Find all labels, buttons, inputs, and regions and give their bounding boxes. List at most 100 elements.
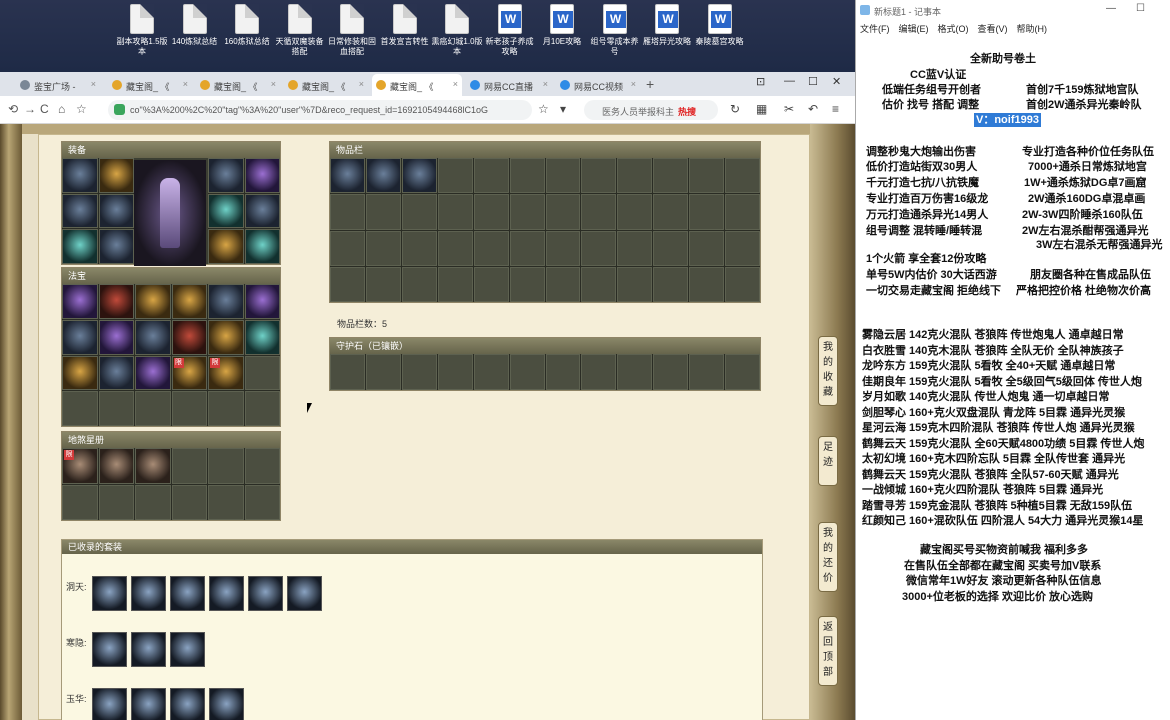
- desktop-icon[interactable]: 天循双魔装备搭配: [274, 4, 326, 57]
- desktop-icon[interactable]: W 秦陵墓宫攻略: [694, 4, 746, 47]
- set-item-icon[interactable]: [170, 632, 205, 667]
- item-slot[interactable]: [244, 229, 280, 264]
- item-slot[interactable]: [244, 284, 280, 319]
- set-item-icon[interactable]: [131, 632, 166, 667]
- item-slot[interactable]: [171, 319, 207, 355]
- item-slot[interactable]: [62, 284, 98, 319]
- set-item-icon[interactable]: [131, 688, 166, 720]
- browser-tab[interactable]: 网易CC视频 ×: [556, 74, 640, 96]
- maximize-button[interactable]: ☐: [808, 75, 818, 88]
- my-counteroffer-button[interactable]: 我的还价: [818, 522, 838, 592]
- set-item-icon[interactable]: [287, 576, 322, 611]
- desktop-icon[interactable]: 日常修装和固血搭配: [326, 4, 378, 57]
- item-slot[interactable]: [98, 355, 134, 391]
- item-slot[interactable]: [62, 158, 98, 193]
- new-tab-button[interactable]: +: [646, 76, 654, 92]
- desktop-icon[interactable]: 160炼狱总结: [221, 4, 273, 47]
- menu-grid-icon[interactable]: ▾: [560, 102, 566, 116]
- notepad-menu-item[interactable]: 帮助(H): [1017, 24, 1048, 34]
- browser-tab[interactable]: 藏宝阁_ 《 ×: [108, 74, 192, 96]
- set-item-icon[interactable]: [92, 632, 127, 667]
- footprints-button[interactable]: 足迹: [818, 436, 838, 486]
- tab-close-icon[interactable]: ×: [183, 79, 188, 89]
- item-slot[interactable]: [244, 319, 280, 355]
- item-slot[interactable]: [208, 319, 244, 355]
- item-slot[interactable]: [244, 193, 280, 229]
- my-favorites-button[interactable]: 我的收藏: [818, 336, 838, 406]
- undo-icon[interactable]: ↶: [808, 102, 818, 116]
- item-slot[interactable]: [208, 193, 244, 229]
- set-item-icon[interactable]: [92, 688, 127, 720]
- item-slot[interactable]: [62, 229, 98, 264]
- desktop-icon[interactable]: W 新老孩子养成攻略: [484, 4, 536, 57]
- item-slot[interactable]: [135, 319, 171, 355]
- notepad-minimize-button[interactable]: —: [1106, 3, 1116, 14]
- refresh-icon[interactable]: ↻: [730, 102, 740, 116]
- set-item-icon[interactable]: [131, 576, 166, 611]
- history-icon[interactable]: ⟲: [8, 102, 18, 116]
- item-slot[interactable]: [171, 284, 207, 319]
- desktop-icon[interactable]: 熏癌幻城1.0版本: [431, 4, 483, 57]
- notepad-maximize-button[interactable]: ☐: [1136, 3, 1145, 14]
- tab-close-icon[interactable]: ×: [453, 79, 458, 89]
- forward-icon[interactable]: →: [24, 102, 36, 116]
- item-slot[interactable]: [135, 448, 171, 484]
- desktop-icon[interactable]: W 雁塔异光攻略: [641, 4, 693, 47]
- item-slot[interactable]: [330, 158, 365, 194]
- desktop-icon[interactable]: W 组号零成本养号: [589, 4, 641, 57]
- reload-icon[interactable]: C: [40, 102, 49, 116]
- item-slot[interactable]: [208, 229, 244, 264]
- item-slot[interactable]: 限: [62, 448, 98, 484]
- item-slot[interactable]: 限: [171, 355, 207, 391]
- item-slot[interactable]: [208, 158, 244, 193]
- back-to-top-button[interactable]: 返回顶部: [818, 616, 838, 686]
- set-item-icon[interactable]: [170, 688, 205, 720]
- item-slot[interactable]: [62, 319, 98, 355]
- tab-close-icon[interactable]: ×: [631, 79, 636, 89]
- desktop-icon[interactable]: 140炼狱总结: [169, 4, 221, 47]
- scissors-icon[interactable]: ✂: [784, 102, 794, 116]
- notepad-menu-item[interactable]: 查看(V): [978, 24, 1008, 34]
- item-slot[interactable]: [135, 284, 171, 319]
- browser-tab[interactable]: 鉴宝广场 - ×: [16, 74, 100, 96]
- tab-search-icon[interactable]: ⊡: [756, 75, 765, 88]
- bookmark-star-icon[interactable]: ☆: [76, 102, 87, 116]
- item-slot[interactable]: [98, 448, 134, 484]
- tab-close-icon[interactable]: ×: [543, 79, 548, 89]
- set-item-icon[interactable]: [248, 576, 283, 611]
- desktop-icon[interactable]: 首发宣言转性: [379, 4, 431, 47]
- item-slot[interactable]: [62, 193, 98, 229]
- item-slot[interactable]: [135, 355, 171, 391]
- item-slot[interactable]: [98, 319, 134, 355]
- minimize-button[interactable]: —: [784, 75, 795, 87]
- item-slot[interactable]: [62, 355, 98, 391]
- desktop-icon[interactable]: 副本攻略1.5版本: [116, 4, 168, 57]
- item-slot[interactable]: [98, 229, 134, 264]
- browser-tab[interactable]: 藏宝阁_ 《 ×: [284, 74, 368, 96]
- item-slot[interactable]: 限: [208, 355, 244, 391]
- close-button[interactable]: ✕: [832, 75, 841, 88]
- set-item-icon[interactable]: [170, 576, 205, 611]
- item-slot[interactable]: [98, 284, 134, 319]
- item-slot[interactable]: [401, 158, 437, 194]
- tab-close-icon[interactable]: ×: [359, 79, 364, 89]
- set-item-icon[interactable]: [209, 576, 244, 611]
- notepad-menu-item[interactable]: 文件(F): [860, 24, 890, 34]
- browser-tab[interactable]: 藏宝阁_ 《 ×: [196, 74, 280, 96]
- notepad-menu-item[interactable]: 编辑(E): [899, 24, 929, 34]
- item-slot[interactable]: [98, 158, 134, 193]
- item-slot[interactable]: [365, 158, 401, 194]
- notepad-text-area[interactable]: 全新助号卷土 CC蓝V认证 低端任务组号开创者 首创7千159炼狱地宫队 估价 找号 搭…: [856, 38, 1170, 720]
- home-icon[interactable]: ⌂: [58, 102, 65, 116]
- url-field[interactable]: co"%3A%200%2C%20"tag"%3A%20"user"%7D&rec…: [108, 100, 532, 120]
- browser-tab[interactable]: 网易CC直播 ×: [466, 74, 552, 96]
- tab-close-icon[interactable]: ×: [91, 79, 96, 89]
- item-slot[interactable]: [208, 284, 244, 319]
- set-item-icon[interactable]: [92, 576, 127, 611]
- browser-tab[interactable]: 藏宝阁_ 《 ×: [372, 74, 462, 96]
- grid-icon[interactable]: ▦: [756, 102, 767, 116]
- favorite-star-icon[interactable]: ☆: [538, 102, 549, 116]
- notepad-menu-item[interactable]: 格式(O): [938, 24, 969, 34]
- search-box[interactable]: 医务人员举报科主 热搜: [584, 100, 718, 120]
- menu-icon[interactable]: ≡: [832, 102, 839, 116]
